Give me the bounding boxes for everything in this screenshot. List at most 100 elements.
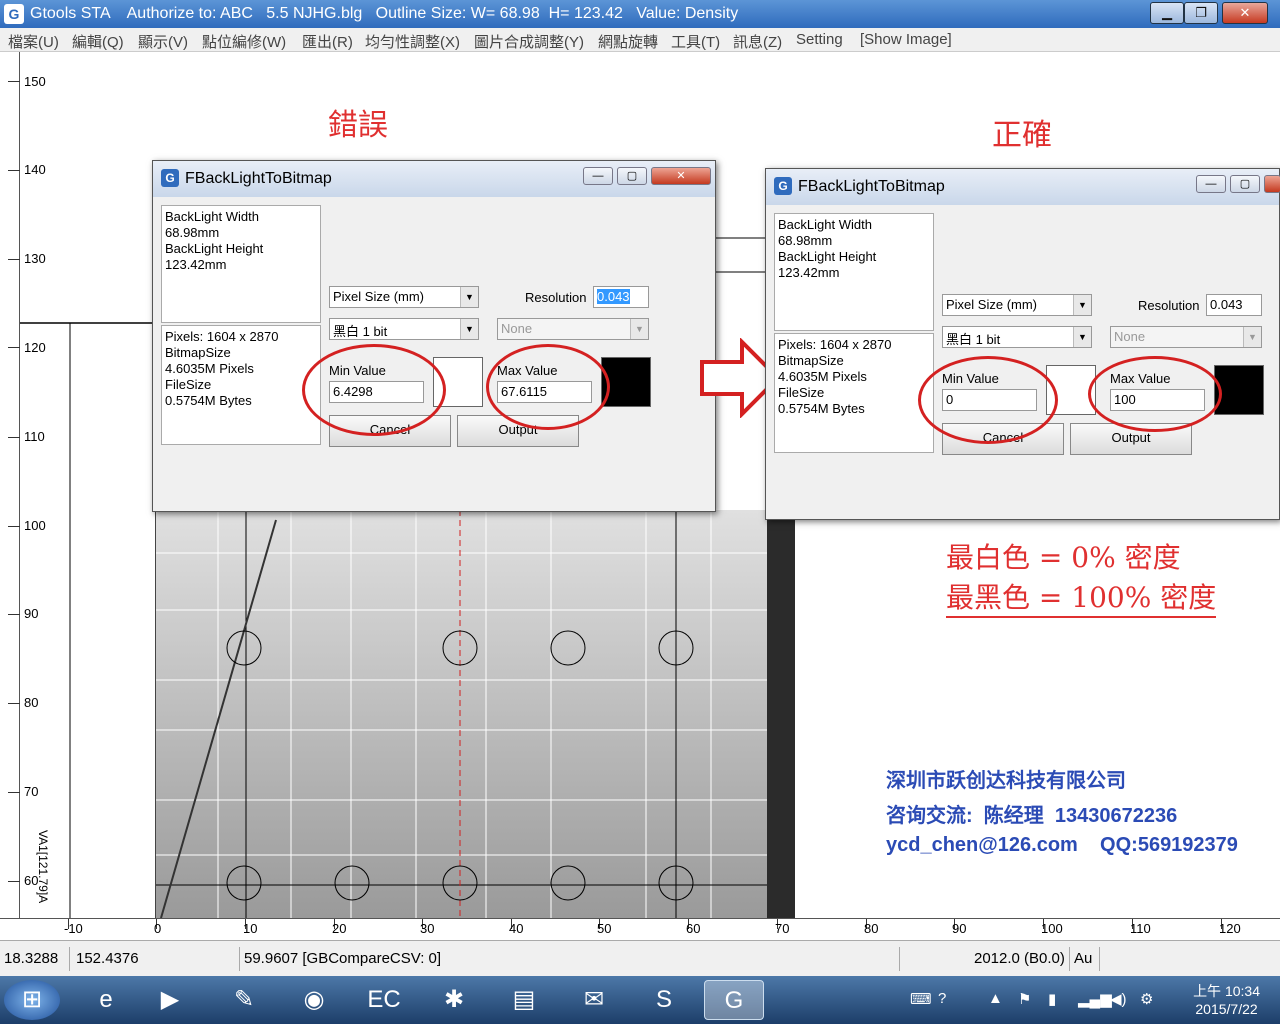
keyboard-icon[interactable]: ⌨ <box>910 990 932 1008</box>
menu-tools[interactable]: 工具(T) <box>671 31 720 52</box>
game-icon[interactable]: ✱ <box>424 980 484 1020</box>
minimize-button[interactable]: ▁ <box>1150 2 1184 24</box>
info-line: Pixels: 1604 x 2870 <box>165 329 279 344</box>
gtools-app-icon[interactable]: G <box>4 4 24 24</box>
info-line: 68.98mm <box>165 225 220 240</box>
close-button[interactable]: ✕ <box>1222 2 1268 24</box>
menu-image-compose[interactable]: 圖片合成調整(Y) <box>474 31 584 52</box>
bit-mode-select[interactable]: 黑白 1 bit ▼ <box>942 326 1092 348</box>
system-clock[interactable]: 上午 10:34 2015/7/22 <box>1193 982 1260 1018</box>
info-line: Pixels: 1604 x 2870 <box>778 337 892 352</box>
info-line: 68.98mm <box>778 233 833 248</box>
show-hidden-icons-icon[interactable]: ▲ <box>988 990 1003 1007</box>
ruler-label: 20 <box>332 921 347 936</box>
chrome-icon[interactable]: ◉ <box>284 980 344 1020</box>
volume-icon[interactable]: ◀) <box>1110 990 1127 1008</box>
correct-label: 正確 <box>992 118 1052 153</box>
menu-point-edit[interactable]: 點位編修(W) <box>202 31 286 52</box>
resolution-label: Resolution <box>525 290 587 305</box>
menu-dot-rotate[interactable]: 網點旋轉 <box>598 31 658 52</box>
resolution-label: Resolution <box>1138 298 1200 313</box>
menu-uniformity[interactable]: 均勻性調整(X) <box>365 31 460 52</box>
dialog-close-button[interactable]: ✕ <box>651 167 711 185</box>
network-icon[interactable]: ▂▄▆ <box>1078 990 1112 1008</box>
menu-export[interactable]: 匯出(R) <box>302 31 353 52</box>
dialog-title: FBackLightToBitmap <box>185 170 332 187</box>
menu-info[interactable]: 訊息(Z) <box>733 31 782 52</box>
folder-icon[interactable]: ▤ <box>494 980 554 1020</box>
bit-mode-value: 黑白 1 bit <box>946 332 1001 347</box>
dialog-minimize-button[interactable]: — <box>1196 175 1226 193</box>
ruler-label: 60 <box>686 921 701 936</box>
dialog-maximize-button[interactable]: ▢ <box>1230 175 1260 193</box>
status-bar: 18.3288 152.4376 59.9607 [GBCompareCSV: … <box>0 940 1280 976</box>
pixel-size-select[interactable]: Pixel Size (mm) ▼ <box>329 286 479 308</box>
ie-icon[interactable]: e <box>76 980 136 1020</box>
dialog-app-icon: G <box>161 169 179 187</box>
chevron-down-icon: ▼ <box>630 319 648 339</box>
ruler-label: 120 <box>1219 921 1241 936</box>
dialog-title: FBackLightToBitmap <box>798 178 945 195</box>
contact-phone: 咨询交流: 陈经理 13430672236 <box>886 805 1178 827</box>
flag-icon[interactable]: ⚑ <box>1018 990 1031 1008</box>
taskbar: ⊞ e ▶ ✎ ◉ EC ✱ ▤ ✉ S G ⌨ ? ▲ ⚑ ▮ ▂▄▆ ◀) … <box>0 976 1280 1024</box>
status-mode: Au <box>1070 947 1100 971</box>
ruler-label: 110 <box>1130 921 1151 936</box>
backlight-grid <box>156 510 768 919</box>
contact-email: ycd_chen@126.com QQ:569192379 <box>886 834 1238 856</box>
bit-mode-select[interactable]: 黑白 1 bit ▼ <box>329 318 479 340</box>
mail-icon[interactable]: ✉ <box>564 980 624 1020</box>
window-title: Gtools STA Authorize to: ABC 5.5 NJHG.bl… <box>30 5 739 22</box>
highlight-ellipse-min-correct <box>918 356 1058 444</box>
info-line: 4.6035M Pixels <box>165 361 254 376</box>
skype-icon[interactable]: S <box>634 980 694 1020</box>
settings-icon[interactable]: ⚙ <box>1140 990 1153 1008</box>
canvas-vertical-label: VA1[121.79]A <box>36 830 50 904</box>
media-player-icon[interactable]: ▶ <box>140 980 200 1020</box>
none-value: None <box>1114 329 1146 344</box>
dialog-minimize-button[interactable]: — <box>583 167 613 185</box>
pixel-size-select[interactable]: Pixel Size (mm) ▼ <box>942 294 1092 316</box>
dialog-maximize-button[interactable]: ▢ <box>617 167 647 185</box>
dialog-title-bar[interactable]: G FBackLightToBitmap — ▢ <box>766 169 1280 205</box>
dialog-close-button[interactable] <box>1264 175 1280 193</box>
ec-icon[interactable]: EC <box>354 980 414 1020</box>
ruler-label: 80 <box>864 921 879 936</box>
info-line: 123.42mm <box>778 265 840 280</box>
maximize-button[interactable]: ❐ <box>1184 2 1218 24</box>
chevron-down-icon: ▼ <box>1243 327 1261 347</box>
menu-setting[interactable]: Setting <box>796 31 843 48</box>
ruler-label: 0 <box>154 921 162 936</box>
clock-time: 上午 10:34 <box>1193 983 1260 999</box>
menu-view[interactable]: 顯示(V) <box>138 31 188 52</box>
dialog-title-bar[interactable]: G FBackLightToBitmap — ▢ ✕ <box>153 161 715 197</box>
backlight-to-bitmap-dialog-correct[interactable]: G FBackLightToBitmap — ▢ BackLight Width… <box>765 168 1280 520</box>
help-icon[interactable]: ? <box>938 990 946 1007</box>
clock-date: 2015/7/22 <box>1195 1001 1258 1017</box>
menu-file[interactable]: 檔案(U) <box>8 31 59 52</box>
ruler-label: 90 <box>952 921 967 936</box>
ruler-label: 30 <box>420 921 435 936</box>
info-line: BitmapSize <box>165 345 231 360</box>
menu-show-image[interactable]: [Show Image] <box>860 31 952 48</box>
menu-edit[interactable]: 編輯(Q) <box>72 31 124 52</box>
ruler-label: 50 <box>597 921 612 936</box>
resolution-value: 0.043 <box>597 289 630 304</box>
backlight-to-bitmap-dialog-wrong[interactable]: G FBackLightToBitmap — ▢ ✕ BackLight Wid… <box>152 160 716 512</box>
gtools-icon[interactable]: G <box>704 980 764 1020</box>
notes-icon[interactable]: ✎ <box>214 980 274 1020</box>
chevron-down-icon: ▼ <box>460 319 478 339</box>
highlight-ellipse-min-wrong <box>302 344 446 436</box>
highlight-ellipse-max-wrong <box>486 344 610 430</box>
resolution-input[interactable]: 0.043 <box>593 286 649 308</box>
pixel-size-value: Pixel Size (mm) <box>333 289 425 304</box>
battery-icon[interactable]: ▮ <box>1048 990 1056 1008</box>
chevron-down-icon: ▼ <box>1073 327 1091 347</box>
info-line: BackLight Width <box>165 209 259 224</box>
resolution-input[interactable]: 0.043 <box>1206 294 1262 316</box>
info-line: BackLight Height <box>778 249 877 264</box>
bitmap-size-info: Pixels: 1604 x 2870 BitmapSize 4.6035M P… <box>774 333 934 453</box>
start-button[interactable]: ⊞ <box>4 980 60 1020</box>
backlight-preview[interactable] <box>155 510 768 919</box>
backlight-size-info: BackLight Width 68.98mm BackLight Height… <box>161 205 321 323</box>
